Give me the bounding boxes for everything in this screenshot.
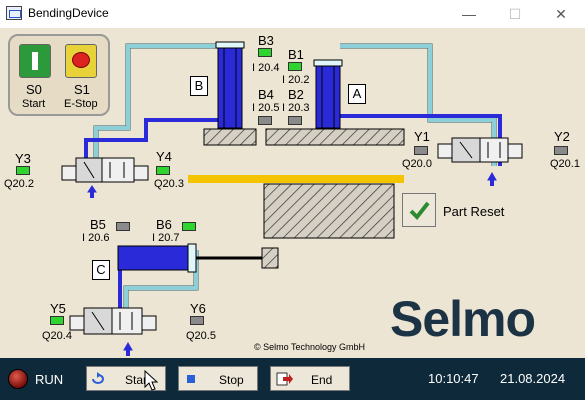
output-y4-led <box>156 166 170 175</box>
sensor-b5-addr: I 20.6 <box>82 232 110 244</box>
output-y1-addr: Q20.0 <box>402 158 432 170</box>
valve-bottom <box>69 307 157 356</box>
output-y3-name: Y3 <box>15 151 31 166</box>
sensor-b5-name: B5 <box>90 217 106 232</box>
run-label: RUN <box>35 372 64 387</box>
output-y3-led <box>16 166 30 175</box>
sensor-b1-led <box>288 62 302 71</box>
output-y2-addr: Q20.1 <box>550 158 580 170</box>
end-button[interactable]: End <box>270 366 350 391</box>
output-y5-led <box>50 316 64 325</box>
s1-caption: E-Stop <box>64 98 98 110</box>
output-y1-name: Y1 <box>414 129 430 144</box>
sensor-b4-name: B4 <box>258 87 274 102</box>
end-button-label: End <box>311 373 333 387</box>
cylinder-c-label: C <box>92 260 110 280</box>
sensor-b4-addr: I 20.5 <box>252 102 280 114</box>
output-y5-name: Y5 <box>50 301 66 316</box>
mouse-cursor-icon <box>144 370 159 391</box>
status-bar: RUN Start Stop End 10:10:47 21.08.2024 <box>0 358 585 400</box>
copyright-text: © Selmo Technology GmbH <box>254 342 366 352</box>
sensor-b4-led <box>258 116 272 125</box>
cylinder-b <box>203 41 257 146</box>
part-reset-button[interactable] <box>402 193 436 227</box>
output-y4-name: Y4 <box>156 149 172 164</box>
control-panel: S0 Start S1 E-Stop <box>8 34 110 116</box>
sensor-b5-led <box>116 222 130 231</box>
sensor-b3-name: B3 <box>258 33 274 48</box>
s0-caption: Start <box>22 98 46 110</box>
part-reset-label: Part Reset <box>443 204 505 219</box>
valve-right <box>437 137 523 186</box>
sensor-b1-addr: I 20.2 <box>282 74 310 86</box>
bending-block <box>263 183 395 239</box>
output-y2-name: Y2 <box>554 129 570 144</box>
output-y6-name: Y6 <box>190 301 206 316</box>
sensor-b2-addr: I 20.3 <box>282 102 310 114</box>
sensor-b2-name: B2 <box>288 87 304 102</box>
cylinder-a-label: A <box>348 84 366 104</box>
workpiece-strip <box>188 175 404 183</box>
brand-logo: Selmo <box>390 291 536 347</box>
sensor-b6-led <box>182 222 196 231</box>
clock-date: 21.08.2024 <box>500 371 566 386</box>
s0-label: S0 <box>26 82 42 97</box>
sensor-b3-led <box>258 48 272 57</box>
stop-button-label: Stop <box>219 373 244 387</box>
sensor-b1-name: B1 <box>288 47 304 62</box>
stop-button[interactable]: Stop <box>178 366 258 391</box>
output-y1-led <box>414 146 428 155</box>
output-y4-addr: Q20.3 <box>154 178 184 190</box>
cylinder-b-label: B <box>190 76 208 96</box>
sensor-b3-addr: I 20.4 <box>252 62 280 74</box>
start-icon <box>32 52 38 70</box>
valve-left <box>61 157 149 198</box>
checkmark-icon <box>409 201 430 221</box>
output-y2-led <box>554 146 568 155</box>
output-y5-addr: Q20.4 <box>42 330 72 342</box>
estop-icon <box>72 52 90 68</box>
sensor-b6-name: B6 <box>156 217 172 232</box>
exit-icon <box>276 372 293 386</box>
start-pushbutton[interactable] <box>19 44 51 78</box>
s1-label: S1 <box>74 82 90 97</box>
stop-icon <box>187 375 195 383</box>
estop-pushbutton[interactable] <box>65 44 97 78</box>
cycle-icon <box>92 372 104 384</box>
run-lamp-icon <box>8 369 28 389</box>
output-y6-addr: Q20.5 <box>186 330 216 342</box>
sensor-b6-addr: I 20.7 <box>152 232 180 244</box>
sensor-b2-led <box>288 116 302 125</box>
bending-device-window: BendingDevice — ☐ ✕ S0 Start S1 E-Stop B… <box>0 0 585 400</box>
clock-time: 10:10:47 <box>428 371 479 386</box>
output-y6-led <box>190 316 204 325</box>
output-y3-addr: Q20.2 <box>4 178 34 190</box>
